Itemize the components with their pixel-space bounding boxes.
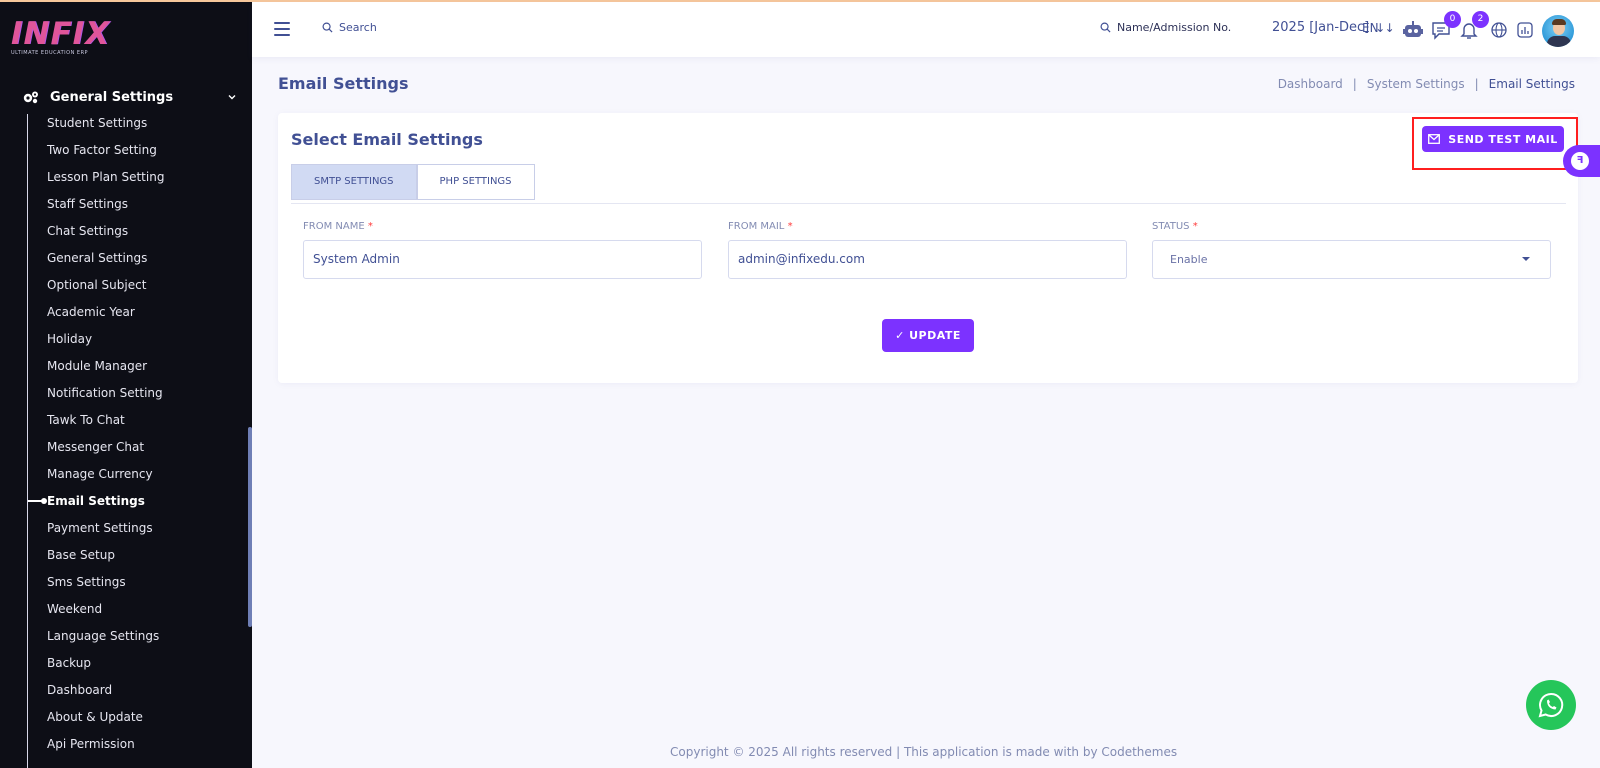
breadcrumb-dashboard[interactable]: Dashboard	[1278, 77, 1343, 91]
sidebar-item-about-update[interactable]: About & Update	[47, 709, 164, 736]
sidebar-parent-general-settings[interactable]: General Settings	[22, 86, 237, 108]
sidebar-item-lesson-plan-setting[interactable]: Lesson Plan Setting	[47, 169, 164, 196]
sidebar-item-chat-settings[interactable]: Chat Settings	[47, 223, 164, 250]
tab-smtp-settings[interactable]: SMTP SETTINGS	[291, 164, 417, 200]
brand-logo[interactable]: INFIX ULTIMATE EDUCATION ERP	[11, 16, 111, 64]
sidebar-item-holiday[interactable]: Holiday	[47, 331, 164, 358]
caret-down-icon	[1522, 257, 1530, 261]
analytics-icon[interactable]	[1514, 19, 1536, 41]
mail-icon	[1428, 134, 1441, 144]
sidebar-item-payment-settings[interactable]: Payment Settings	[47, 520, 164, 547]
from-mail-group: FROM MAIL * admin@infixedu.com	[728, 221, 1127, 279]
from-name-input[interactable]: System Admin	[303, 240, 702, 279]
sidebar-item-language-settings[interactable]: Language Settings	[47, 628, 164, 655]
bell-icon[interactable]: 2	[1458, 11, 1489, 41]
sidebar-item-academic-year[interactable]: Academic Year	[47, 304, 164, 331]
topbar: Search Name/Admission No. 2025 [Jan-Dec]…	[252, 2, 1600, 57]
sidebar-item-optional-subject[interactable]: Optional Subject	[47, 277, 164, 304]
notification-badge: 2	[1472, 11, 1489, 28]
sidebar-item-staff-settings[interactable]: Staff Settings	[47, 196, 164, 223]
footer-copyright: Copyright © 2025 All rights reserved | T…	[670, 745, 1178, 759]
status-label: STATUS *	[1152, 221, 1198, 232]
sidebar-item-backup[interactable]: Backup	[47, 655, 164, 682]
sidebar-scrollbar[interactable]	[248, 427, 252, 627]
from-name-group: FROM NAME * System Admin	[303, 221, 702, 279]
active-indicator	[28, 498, 47, 504]
breadcrumb-separator: |	[1474, 77, 1479, 91]
sidebar-item-label: Email Settings	[47, 494, 145, 508]
sidebar-item-api-permission[interactable]: Api Permission	[47, 736, 164, 763]
sidebar-item-weekend[interactable]: Weekend	[47, 601, 164, 628]
page-title: Email Settings	[278, 74, 409, 93]
sidebar-item-module-manager[interactable]: Module Manager	[47, 358, 164, 385]
sidebar-item-sms-settings[interactable]: Sms Settings	[47, 574, 164, 601]
whatsapp-button[interactable]	[1526, 680, 1576, 730]
sidebar-item-tawk-to-chat[interactable]: Tawk To Chat	[47, 412, 164, 439]
breadcrumb-separator: |	[1352, 77, 1357, 91]
sidebar-item-student-settings[interactable]: Student Settings	[47, 115, 164, 142]
from-name-label: FROM NAME *	[303, 221, 373, 232]
tab-divider	[291, 203, 1566, 204]
global-search[interactable]: Search	[322, 21, 377, 34]
sidebar-item-manage-currency[interactable]: Manage Currency	[47, 466, 164, 493]
status-value: Enable	[1170, 253, 1208, 266]
sidebar-submenu: Student Settings Two Factor Setting Less…	[28, 115, 164, 763]
robot-icon[interactable]	[1402, 19, 1424, 41]
customize-icon: ꟻ	[1571, 152, 1589, 170]
submenu-tree-line	[27, 114, 28, 768]
card-title: Select Email Settings	[291, 130, 483, 149]
globe-icon[interactable]	[1488, 19, 1510, 41]
chat-icon[interactable]: 0	[1430, 11, 1461, 41]
email-settings-card: Select Email Settings SEND TEST MAIL SMT…	[278, 113, 1578, 383]
breadcrumb-email-settings[interactable]: Email Settings	[1489, 77, 1575, 91]
settings-tabs: SMTP SETTINGS PHP SETTINGS	[291, 164, 535, 200]
search-label: Search	[339, 21, 377, 34]
breadcrumb: Dashboard | System Settings | Email Sett…	[1278, 77, 1575, 91]
send-test-mail-button[interactable]: SEND TEST MAIL	[1422, 126, 1564, 152]
sidebar-item-base-setup[interactable]: Base Setup	[47, 547, 164, 574]
breadcrumb-system-settings[interactable]: System Settings	[1367, 77, 1465, 91]
update-button[interactable]: ✓ UPDATE	[882, 319, 974, 352]
logo-text: INFIX	[11, 16, 111, 52]
language-dropdown[interactable]: EN ↓	[1362, 21, 1395, 35]
sidebar-item-messenger-chat[interactable]: Messenger Chat	[47, 439, 164, 466]
sidebar-item-two-factor-setting[interactable]: Two Factor Setting	[47, 142, 164, 169]
side-float-button[interactable]: ꟻ	[1563, 145, 1600, 177]
hamburger-menu-icon[interactable]	[274, 22, 290, 36]
search-icon	[1100, 22, 1111, 33]
whatsapp-icon	[1538, 692, 1564, 718]
from-mail-input[interactable]: admin@infixedu.com	[728, 240, 1127, 279]
status-select[interactable]: Enable	[1152, 240, 1551, 279]
academic-year-value: 2025 [Jan-Dec]	[1272, 20, 1370, 35]
sidebar-item-email-settings[interactable]: Email Settings	[28, 493, 164, 520]
chevron-down-icon	[228, 95, 236, 100]
sidebar-parent-label: General Settings	[50, 89, 174, 105]
tab-php-settings[interactable]: PHP SETTINGS	[416, 164, 535, 200]
status-group: STATUS * Enable	[1152, 221, 1551, 279]
admission-search[interactable]: Name/Admission No.	[1100, 21, 1231, 34]
gears-icon	[23, 91, 38, 104]
language-value: EN	[1362, 21, 1379, 35]
from-mail-label: FROM MAIL *	[728, 221, 793, 232]
search-icon	[322, 22, 333, 33]
avatar[interactable]	[1542, 15, 1574, 47]
sidebar-item-dashboard[interactable]: Dashboard	[47, 682, 164, 709]
sidebar-item-notification-setting[interactable]: Notification Setting	[47, 385, 164, 412]
arrow-down-icon: ↓	[1384, 21, 1395, 35]
sidebar-item-general-settings[interactable]: General Settings	[47, 250, 164, 277]
send-test-mail-label: SEND TEST MAIL	[1448, 132, 1558, 146]
admission-search-label: Name/Admission No.	[1117, 21, 1232, 34]
sidebar: INFIX ULTIMATE EDUCATION ERP General Set…	[0, 2, 252, 768]
